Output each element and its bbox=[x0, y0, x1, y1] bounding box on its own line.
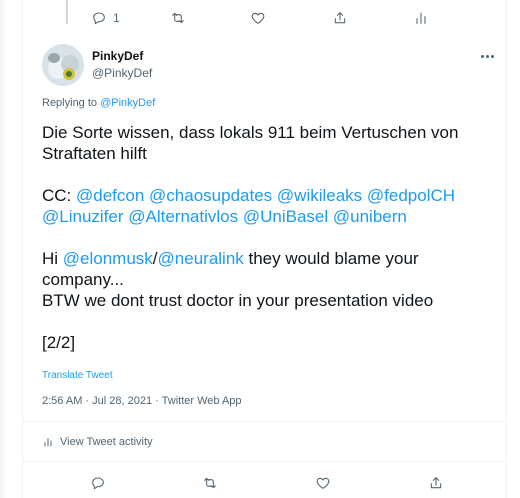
divider bbox=[23, 461, 506, 462]
more-dot bbox=[485, 54, 489, 58]
more-dot bbox=[480, 54, 484, 58]
mention-link[interactable]: @Alternativlos bbox=[128, 207, 238, 226]
share-icon bbox=[430, 477, 442, 489]
previous-tweet-actions: 1 bbox=[0, 6, 520, 30]
tweet-text-line bbox=[42, 311, 502, 332]
tweet-text-line: [2/2] bbox=[42, 332, 502, 353]
tweet-text-line: company... bbox=[42, 269, 502, 290]
retweet-icon bbox=[172, 12, 184, 24]
like-button[interactable] bbox=[315, 471, 331, 495]
card-border-right bbox=[506, 0, 507, 498]
tweet-timestamp[interactable]: 2:56 AM · Jul 28, 2021 · Twitter Web App bbox=[42, 395, 242, 407]
tweet-text-line: Die Sorte wissen, dass lokals 911 beim V… bbox=[42, 122, 502, 143]
share-button[interactable] bbox=[428, 471, 444, 495]
tweet-text-segment: they would blame your bbox=[243, 249, 419, 268]
display-name[interactable]: PinkyDef bbox=[92, 49, 143, 63]
replying-to-handle[interactable]: @PinkyDef bbox=[100, 97, 155, 109]
retweet-button[interactable] bbox=[202, 471, 218, 495]
more-options-button[interactable] bbox=[476, 48, 498, 64]
mention-link[interactable]: @unibern bbox=[333, 207, 407, 226]
tweet-text-line: Hi @elonmusk/@neuralink they would blame… bbox=[42, 248, 502, 269]
reply-count: 1 bbox=[113, 11, 120, 25]
left-shadow bbox=[0, 0, 6, 498]
tweet-text-line bbox=[42, 227, 502, 248]
tweet-text-line bbox=[42, 164, 502, 185]
replying-to-label: Replying to bbox=[42, 97, 98, 109]
tweet-text-segment: [2/2] bbox=[42, 333, 76, 352]
tweet-text-line: Straftaten hilft bbox=[42, 143, 502, 164]
replying-to-line: Replying to @PinkyDef bbox=[42, 97, 155, 109]
mention-link[interactable]: @elonmusk bbox=[63, 249, 153, 268]
analytics-button[interactable] bbox=[413, 6, 429, 30]
user-handle[interactable]: @PinkyDef bbox=[92, 66, 152, 80]
card-border-left bbox=[22, 0, 23, 498]
tweet-page: 1 PinkyDef @PinkyDef Replying to @PinkyD… bbox=[0, 0, 520, 498]
mention-link[interactable]: @fedpolCH bbox=[367, 186, 455, 205]
retweet-button[interactable] bbox=[170, 6, 186, 30]
reply-icon bbox=[93, 12, 105, 25]
mention-link[interactable]: @UniBasel bbox=[243, 207, 328, 226]
like-button[interactable] bbox=[250, 6, 266, 30]
avatar-image bbox=[42, 44, 84, 86]
tweet-text: Die Sorte wissen, dass lokals 911 beim V… bbox=[42, 122, 502, 353]
heart-icon bbox=[316, 477, 330, 489]
more-dot bbox=[490, 54, 494, 58]
tweet-text-segment: BTW we dont trust doctor in your present… bbox=[42, 291, 434, 310]
tweet-text-segment: Hi bbox=[42, 249, 63, 268]
share-icon bbox=[334, 12, 346, 24]
view-tweet-activity[interactable]: View Tweet activity bbox=[42, 436, 153, 448]
divider bbox=[23, 421, 506, 422]
retweet-icon bbox=[204, 477, 216, 489]
analytics-icon bbox=[44, 438, 52, 447]
tweet-text-segment: CC: bbox=[42, 186, 76, 205]
tweet-text-line: @Linuzifer @Alternativlos @UniBasel @uni… bbox=[42, 206, 502, 227]
translate-tweet-link[interactable]: Translate Tweet bbox=[42, 370, 113, 381]
tweet-text-line: BTW we dont trust doctor in your present… bbox=[42, 290, 502, 311]
tweet-text-segment: company... bbox=[42, 270, 124, 289]
tweet-text-segment: Die Sorte wissen, dass lokals 911 beim V… bbox=[42, 123, 459, 142]
mention-link[interactable]: @chaosupdates bbox=[149, 186, 272, 205]
view-tweet-activity-label: View Tweet activity bbox=[60, 436, 153, 448]
reply-button[interactable] bbox=[90, 471, 106, 495]
tweet-text-line: CC: @defcon @chaosupdates @wikileaks @fe… bbox=[42, 185, 502, 206]
mention-link[interactable]: @Linuzifer bbox=[42, 207, 124, 226]
mention-link[interactable]: @wikileaks bbox=[277, 186, 362, 205]
avatar[interactable] bbox=[42, 44, 84, 86]
tweet-text-segment: Straftaten hilft bbox=[42, 144, 147, 163]
heart-icon bbox=[251, 12, 265, 24]
mention-link[interactable]: @defcon bbox=[76, 186, 144, 205]
reply-icon bbox=[92, 477, 104, 490]
analytics-icon bbox=[416, 12, 426, 24]
share-button[interactable] bbox=[332, 6, 348, 30]
mention-link[interactable]: @neuralink bbox=[158, 249, 244, 268]
reply-button[interactable]: 1 bbox=[91, 6, 120, 30]
tweet-actions bbox=[0, 471, 520, 495]
